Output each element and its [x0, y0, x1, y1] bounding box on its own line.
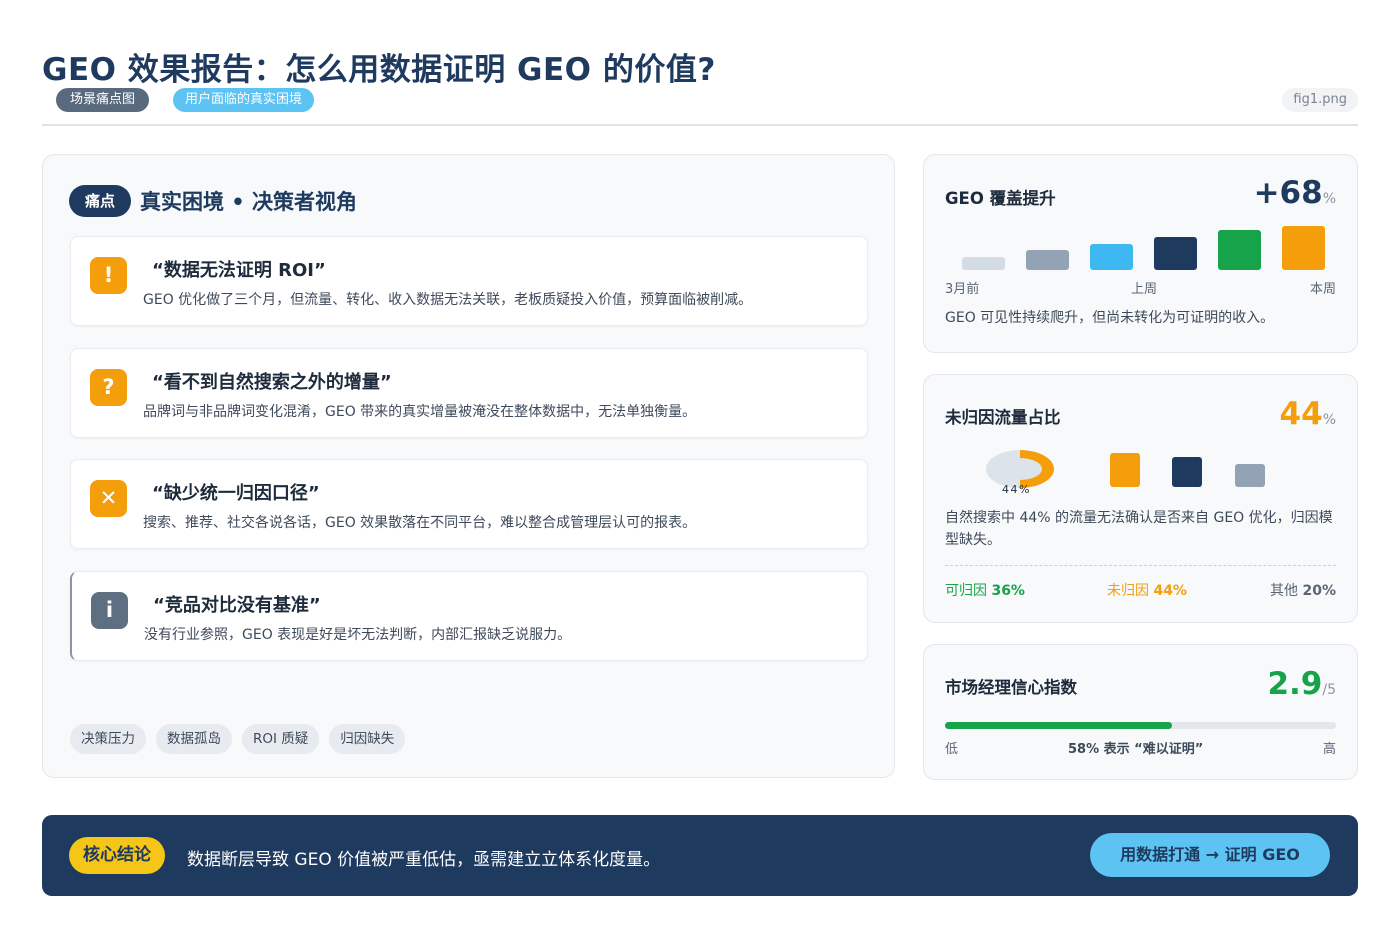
pain-card-title: “看不到自然搜索之外的增量”: [152, 372, 392, 393]
pain-card-roi: ! “数据无法证明 ROI” GEO 优化做了三个月，但流量、转化、收入数据无法…: [70, 236, 868, 326]
chip-decision-pressure: 决策压力: [70, 724, 146, 754]
unattributed-value: 44: [1279, 396, 1323, 432]
legend-square-gray: [1235, 464, 1265, 487]
coverage-bar: [962, 257, 1005, 270]
attributed-label: 可归因: [945, 583, 987, 599]
confidence-unit: /5: [1322, 682, 1336, 698]
pain-card-desc: GEO 优化做了三个月，但流量、转化、收入数据无法关联，老板质疑投入价值，预算面…: [143, 292, 753, 308]
unattributed-desc: 自然搜索中 44% 的流量无法确认是否来自 GEO 优化，归因模型缺失。: [945, 510, 1333, 548]
pain-badge: 痛点: [69, 185, 131, 217]
unattr-label: 未归因: [1107, 583, 1149, 599]
divider: [945, 565, 1336, 566]
other-stat: 其他 20%: [1270, 580, 1336, 600]
confidence-high: 高: [1322, 742, 1336, 757]
pain-card-desc: 品牌词与非品牌词变化混淆，GEO 带来的真实增量被淹没在整体数据中，无法单独衡量…: [143, 404, 697, 420]
info-icon: i: [91, 592, 128, 629]
pain-card-desc: 没有行业参照，GEO 表现是好是坏无法判断，内部汇报缺乏说服力。: [144, 627, 572, 643]
page-title: GEO 效果报告：怎么用数据证明 GEO 的价值?: [42, 52, 716, 88]
donut-chart: 44%: [986, 450, 1054, 496]
filename-badge: fig1.png: [1282, 88, 1358, 112]
conclusion-banner: 核心结论 数据断层导致 GEO 价值被严重低估，亟需建立立体系化度量。 用数据打…: [42, 815, 1358, 896]
unattributed-card: 未归因流量占比 44% 44% 自然搜索中 44% 的流量无法确认是否来自 GE…: [923, 374, 1358, 623]
pain-card-title: “竞品对比没有基准”: [153, 595, 321, 616]
confidence-title: 市场经理信心指数: [945, 678, 1077, 697]
coverage-desc: GEO 可见性持续爬升，但尚未转化为可证明的收入。: [945, 310, 1275, 326]
unattr-value: 44%: [1153, 583, 1187, 599]
pain-heading: 真实困境 • 决策者视角: [140, 190, 358, 214]
exclamation-icon: !: [90, 257, 127, 294]
attributed-value: 36%: [991, 583, 1025, 599]
pain-card-benchmark: i “竞品对比没有基准” 没有行业参照，GEO 表现是好是坏无法判断，内部汇报缺…: [70, 571, 868, 661]
confidence-track: [945, 722, 1336, 729]
coverage-bar: [1090, 244, 1133, 270]
close-icon: ✕: [90, 480, 127, 517]
keyword-chips: 决策压力 数据孤岛 ROI 质疑 归因缺失: [70, 724, 406, 754]
unattributed-title: 未归因流量占比: [945, 408, 1061, 427]
chip-roi-doubt: ROI 质疑: [242, 724, 320, 754]
question-icon: ?: [90, 369, 127, 406]
pain-card-increment: ? “看不到自然搜索之外的增量” 品牌词与非品牌词变化混淆，GEO 带来的真实增…: [70, 348, 868, 438]
cta-button[interactable]: 用数据打通 → 证明 GEO: [1090, 833, 1330, 877]
conclusion-text: 数据断层导致 GEO 价值被严重低估，亟需建立立体系化度量。: [187, 850, 661, 870]
pain-card-title: “数据无法证明 ROI”: [152, 260, 326, 281]
donut-label: 44%: [1002, 483, 1031, 496]
pain-card-attribution: ✕ “缺少统一归因口径” 搜索、推荐、社交各说各话，GEO 效果散落在不同平台，…: [70, 459, 868, 549]
confidence-low: 低: [945, 742, 959, 757]
attributed-stat: 可归因 36%: [945, 580, 1025, 600]
user-tag: 用户面临的真实困境: [173, 88, 315, 112]
confidence-note: 58% 表示 “难以证明”: [1068, 742, 1204, 757]
confidence-card: 市场经理信心指数 2.9/5 低 58% 表示 “难以证明” 高: [923, 644, 1358, 780]
coverage-bar: [1154, 237, 1197, 270]
coverage-bar: [1026, 250, 1069, 270]
coverage-metric: +68%: [1254, 175, 1336, 211]
confidence-value: 2.9: [1267, 666, 1323, 702]
coverage-card: GEO 覆盖提升 +68% 3月前 上周 本周 GEO 可见性持续爬升，但尚未转…: [923, 154, 1358, 353]
chip-attribution-missing: 归因缺失: [329, 724, 406, 754]
coverage-title: GEO 覆盖提升: [945, 189, 1056, 208]
unattributed-unit: %: [1322, 412, 1336, 428]
scene-tag: 场景痛点图: [56, 88, 150, 112]
confidence-fill: [945, 722, 1172, 729]
confidence-metric: 2.9/5: [1267, 666, 1336, 702]
coverage-bar: [1282, 226, 1325, 270]
pain-card-desc: 搜索、推荐、社交各说各话，GEO 效果散落在不同平台，难以整合成管理层认可的报表…: [143, 515, 697, 531]
other-value: 20%: [1302, 583, 1336, 599]
chip-data-silo: 数据孤岛: [156, 724, 232, 754]
other-label: 其他: [1270, 583, 1299, 599]
coverage-value: +68: [1253, 175, 1323, 211]
coverage-unit: %: [1322, 191, 1336, 207]
legend-square-navy: [1172, 457, 1202, 487]
coverage-label-mid: 上周: [1131, 282, 1158, 297]
coverage-bar: [1218, 230, 1261, 270]
coverage-label-end: 本周: [1309, 282, 1336, 297]
report-header: GEO 效果报告：怎么用数据证明 GEO 的价值? 场景痛点图 用户面临的真实困…: [42, 40, 1358, 126]
coverage-label-start: 3月前: [945, 282, 980, 297]
conclusion-badge: 核心结论: [69, 837, 165, 874]
pain-points-panel: 痛点 真实困境 • 决策者视角 ! “数据无法证明 ROI” GEO 优化做了三…: [42, 154, 895, 778]
legend-square-orange: [1110, 453, 1140, 487]
unattributed-stat: 未归因 44%: [1107, 580, 1187, 600]
pain-card-title: “缺少统一归因口径”: [152, 483, 320, 504]
unattributed-metric: 44%: [1280, 396, 1336, 432]
